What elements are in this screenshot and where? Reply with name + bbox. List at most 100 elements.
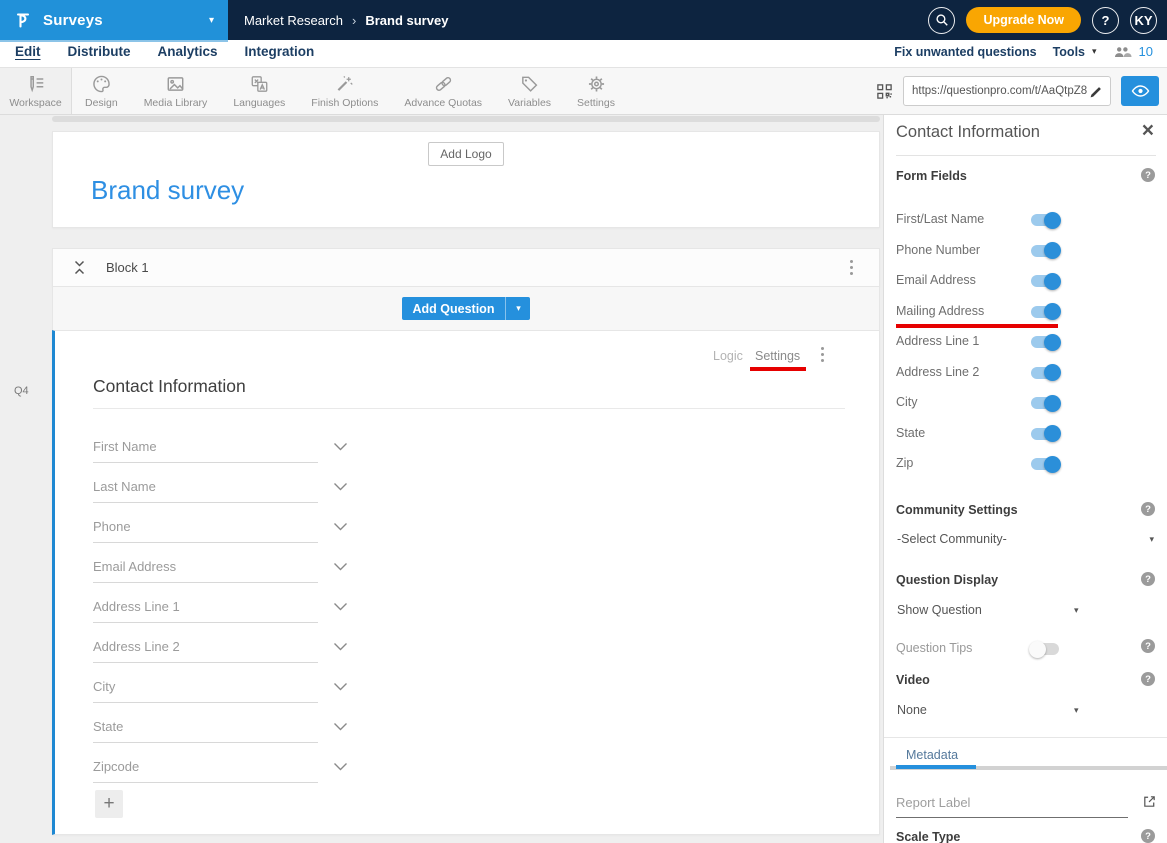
toolbar-item-design[interactable]: Design (72, 68, 131, 114)
collapse-block-icon[interactable] (73, 260, 86, 275)
survey-header-card: Add Logo Brand survey (52, 131, 880, 228)
chevron-down-icon[interactable]: ▾ (1149, 534, 1154, 545)
form-field-label: Address Line 1 (93, 599, 180, 614)
help-icon[interactable]: ? (1141, 168, 1155, 182)
search-button[interactable] (928, 7, 955, 34)
chevron-down-icon[interactable] (333, 442, 348, 451)
help-icon[interactable]: ? (1141, 572, 1155, 586)
link-icon (433, 74, 454, 94)
form-field-row[interactable]: First Name (93, 427, 318, 467)
toggle-switch[interactable] (1031, 458, 1059, 470)
chevron-down-icon[interactable]: ▾ (1074, 605, 1079, 616)
open-in-new-icon[interactable] (1142, 794, 1157, 809)
nav-right: Fix unwanted questions Tools ▾ 10 (894, 44, 1153, 59)
toggle-switch[interactable] (1031, 367, 1059, 379)
video-select[interactable]: None (897, 703, 927, 717)
tab-settings[interactable]: Settings (755, 349, 800, 363)
divider (896, 155, 1156, 156)
question-display-select[interactable]: Show Question (897, 603, 982, 617)
toggle-switch[interactable] (1031, 336, 1059, 348)
toolbar-item-label: Settings (577, 97, 615, 109)
add-logo-button[interactable]: Add Logo (428, 142, 503, 166)
toolbar-item-media-library[interactable]: Media Library (131, 68, 221, 114)
product-name: Surveys (43, 12, 103, 29)
form-field-row[interactable]: Email Address (93, 547, 318, 587)
edit-url-pencil-icon[interactable] (1089, 84, 1104, 99)
collaborator-count: 10 (1139, 44, 1153, 59)
toolbar-item-workspace[interactable]: Workspace (0, 68, 72, 114)
tab-logic[interactable]: Logic (713, 349, 743, 363)
chevron-down-icon[interactable] (333, 682, 348, 691)
qr-code-icon[interactable] (876, 83, 893, 100)
help-icon[interactable]: ? (1141, 502, 1155, 516)
survey-title[interactable]: Brand survey (91, 175, 244, 206)
divider (93, 408, 845, 409)
chevron-down-icon[interactable] (333, 722, 348, 731)
form-field-row[interactable]: State (93, 707, 318, 747)
block-title[interactable]: Block 1 (106, 260, 149, 275)
form-field-row[interactable]: City (93, 667, 318, 707)
close-icon[interactable]: × (1142, 120, 1154, 141)
toggle-switch[interactable] (1031, 428, 1059, 440)
add-question-dropdown[interactable]: ▾ (505, 297, 530, 320)
collaborators[interactable]: 10 (1113, 44, 1153, 59)
canvas-scrollbar[interactable] (52, 116, 880, 122)
toolbar-item-variables[interactable]: Variables (495, 68, 564, 114)
tab-edit[interactable]: Edit (15, 44, 41, 62)
chevron-down-icon[interactable] (333, 522, 348, 531)
form-field-row[interactable]: Address Line 2 (93, 627, 318, 667)
block-menu-icon[interactable] (848, 258, 855, 277)
community-select[interactable]: -Select Community- (897, 532, 1007, 546)
navbar-accent-strip (0, 40, 228, 42)
toggle-switch[interactable] (1031, 397, 1059, 409)
tab-analytics[interactable]: Analytics (158, 44, 218, 62)
toolbar-right (876, 68, 1167, 114)
preview-button[interactable] (1121, 76, 1159, 106)
upgrade-button[interactable]: Upgrade Now (966, 7, 1081, 33)
toggle-switch[interactable] (1031, 306, 1059, 318)
eye-icon (1131, 84, 1150, 98)
avatar[interactable]: KY (1130, 7, 1157, 34)
product-switcher[interactable]: Surveys ▾ (0, 0, 228, 40)
survey-url-input[interactable] (912, 85, 1090, 97)
question-menu-icon[interactable] (819, 345, 826, 364)
toggle-label: Address Line 1 (896, 334, 979, 348)
report-label-input[interactable] (896, 795, 1128, 818)
search-icon (935, 13, 949, 27)
chevron-down-icon[interactable] (333, 762, 348, 771)
tab-integration[interactable]: Integration (245, 44, 315, 62)
toolbar-item-finish-options[interactable]: Finish Options (298, 68, 391, 114)
add-question-button[interactable]: Add Question (402, 297, 506, 320)
toggle-switch[interactable] (1031, 275, 1059, 287)
form-field-row[interactable]: Phone (93, 507, 318, 547)
question-title[interactable]: Contact Information (93, 376, 246, 397)
breadcrumb-parent[interactable]: Market Research (244, 13, 343, 28)
toolbar-item-languages[interactable]: Languages (220, 68, 298, 114)
tab-distribute[interactable]: Distribute (68, 44, 131, 62)
help-icon[interactable]: ? (1141, 829, 1155, 843)
toolbar-item-advance-quotas[interactable]: Advance Quotas (391, 68, 495, 114)
form-field-row[interactable]: Zipcode (93, 747, 318, 787)
fix-unwanted-questions-link[interactable]: Fix unwanted questions (894, 45, 1036, 59)
toggle-switch[interactable] (1031, 245, 1059, 257)
help-button[interactable]: ? (1092, 7, 1119, 34)
toggle-switch[interactable] (1031, 214, 1059, 226)
help-icon[interactable]: ? (1141, 639, 1155, 653)
question-display-heading: Question Display (896, 573, 998, 587)
form-field-row[interactable]: Last Name (93, 467, 318, 507)
chevron-down-icon[interactable] (333, 562, 348, 571)
chevron-down-icon[interactable]: ▾ (1074, 705, 1079, 716)
toolbar-item-settings[interactable]: Settings (564, 68, 628, 114)
chevron-down-icon[interactable] (333, 482, 348, 491)
scale-type-heading: Scale Type (896, 830, 960, 843)
add-row-button[interactable]: + (95, 790, 123, 818)
tab-metadata[interactable]: Metadata (906, 748, 958, 762)
toggle-switch[interactable] (1031, 643, 1059, 655)
chevron-down-icon[interactable] (333, 642, 348, 651)
chevron-down-icon[interactable] (333, 602, 348, 611)
toolbar-item-label: Finish Options (311, 97, 378, 109)
tools-menu[interactable]: Tools ▾ (1053, 45, 1097, 59)
help-icon[interactable]: ? (1141, 672, 1155, 686)
form-field-row[interactable]: Address Line 1 (93, 587, 318, 627)
toggle-label: Address Line 2 (896, 365, 979, 379)
